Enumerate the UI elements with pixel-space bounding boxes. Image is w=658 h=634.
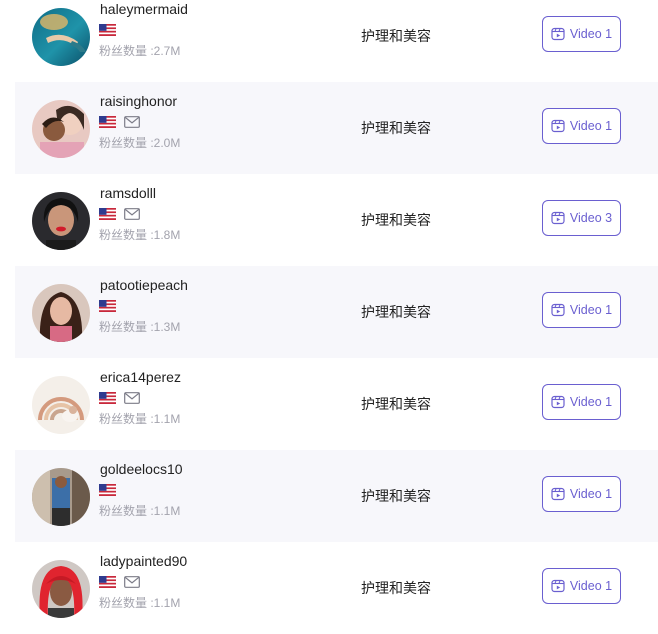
video-button[interactable]: Video 1 [542, 108, 621, 144]
us-flag-icon [99, 576, 116, 588]
video-button-label: Video 1 [569, 487, 613, 501]
video-icon [551, 119, 565, 133]
follower-count: 粉丝数量 :1.1M [99, 596, 181, 610]
influencer-row: ladypainted90 粉丝数量 :1.1M 护理和美容 Video 1 [15, 542, 658, 634]
contact-icons [99, 391, 140, 405]
video-button-label: Video 1 [569, 119, 613, 133]
avatar[interactable] [32, 284, 90, 342]
contact-icons [99, 23, 116, 37]
video-icon [551, 303, 565, 317]
influencer-row: raisinghonor 粉丝数量 :2.0M 护理和美容 Video 1 [15, 82, 658, 174]
contact-icons [99, 115, 140, 129]
us-flag-icon [99, 24, 116, 36]
us-flag-icon [99, 208, 116, 220]
video-button[interactable]: Video 1 [542, 568, 621, 604]
username[interactable]: patootiepeach [100, 277, 188, 293]
contact-icons [99, 207, 140, 221]
us-flag-icon [99, 116, 116, 128]
avatar[interactable] [32, 376, 90, 434]
mail-icon[interactable] [124, 116, 140, 128]
avatar[interactable] [32, 192, 90, 250]
username[interactable]: ladypainted90 [100, 553, 187, 569]
avatar[interactable] [32, 560, 90, 618]
avatar[interactable] [32, 8, 90, 66]
influencer-row: erica14perez 粉丝数量 :1.1M 护理和美容 Video 1 [15, 358, 658, 450]
video-button-label: Video 1 [569, 395, 613, 409]
video-button-label: Video 1 [569, 579, 613, 593]
video-button-label: Video 1 [569, 303, 613, 317]
username[interactable]: erica14perez [100, 369, 181, 385]
video-button[interactable]: Video 1 [542, 476, 621, 512]
category-label: 护理和美容 [361, 120, 431, 136]
category-label: 护理和美容 [361, 28, 431, 44]
mail-icon[interactable] [124, 392, 140, 404]
category-label: 护理和美容 [361, 580, 431, 596]
video-icon [551, 579, 565, 593]
category-label: 护理和美容 [361, 212, 431, 228]
video-icon [551, 395, 565, 409]
video-button[interactable]: Video 1 [542, 384, 621, 420]
us-flag-icon [99, 392, 116, 404]
follower-count: 粉丝数量 :1.8M [99, 228, 181, 242]
mail-icon[interactable] [124, 576, 140, 588]
username[interactable]: haleymermaid [100, 1, 188, 17]
follower-count: 粉丝数量 :1.1M [99, 504, 181, 518]
avatar[interactable] [32, 468, 90, 526]
username[interactable]: goldeelocs10 [100, 461, 183, 477]
follower-count: 粉丝数量 :1.3M [99, 320, 181, 334]
username[interactable]: raisinghonor [100, 93, 177, 109]
contact-icons [99, 575, 140, 589]
video-button-label: Video 3 [569, 211, 613, 225]
video-icon [551, 27, 565, 41]
username[interactable]: ramsdolll [100, 185, 156, 201]
influencer-row: haleymermaid 粉丝数量 :2.7M 护理和美容 Video 1 [15, 0, 658, 82]
influencer-row: ramsdolll 粉丝数量 :1.8M 护理和美容 Video 3 [15, 174, 658, 266]
contact-icons [99, 299, 116, 313]
follower-count: 粉丝数量 :2.0M [99, 136, 181, 150]
us-flag-icon [99, 484, 116, 496]
category-label: 护理和美容 [361, 396, 431, 412]
follower-count: 粉丝数量 :1.1M [99, 412, 181, 426]
video-icon [551, 211, 565, 225]
influencer-list: haleymermaid 粉丝数量 :2.7M 护理和美容 Video 1 ra… [0, 0, 658, 631]
video-button[interactable]: Video 1 [542, 292, 621, 328]
contact-icons [99, 483, 116, 497]
us-flag-icon [99, 300, 116, 312]
category-label: 护理和美容 [361, 304, 431, 320]
follower-count: 粉丝数量 :2.7M [99, 44, 181, 58]
video-button[interactable]: Video 1 [542, 16, 621, 52]
video-button[interactable]: Video 3 [542, 200, 621, 236]
mail-icon[interactable] [124, 208, 140, 220]
video-icon [551, 487, 565, 501]
influencer-row: patootiepeach 粉丝数量 :1.3M 护理和美容 Video 1 [15, 266, 658, 358]
video-button-label: Video 1 [569, 27, 613, 41]
influencer-row: goldeelocs10 粉丝数量 :1.1M 护理和美容 Video 1 [15, 450, 658, 542]
category-label: 护理和美容 [361, 488, 431, 504]
avatar[interactable] [32, 100, 90, 158]
